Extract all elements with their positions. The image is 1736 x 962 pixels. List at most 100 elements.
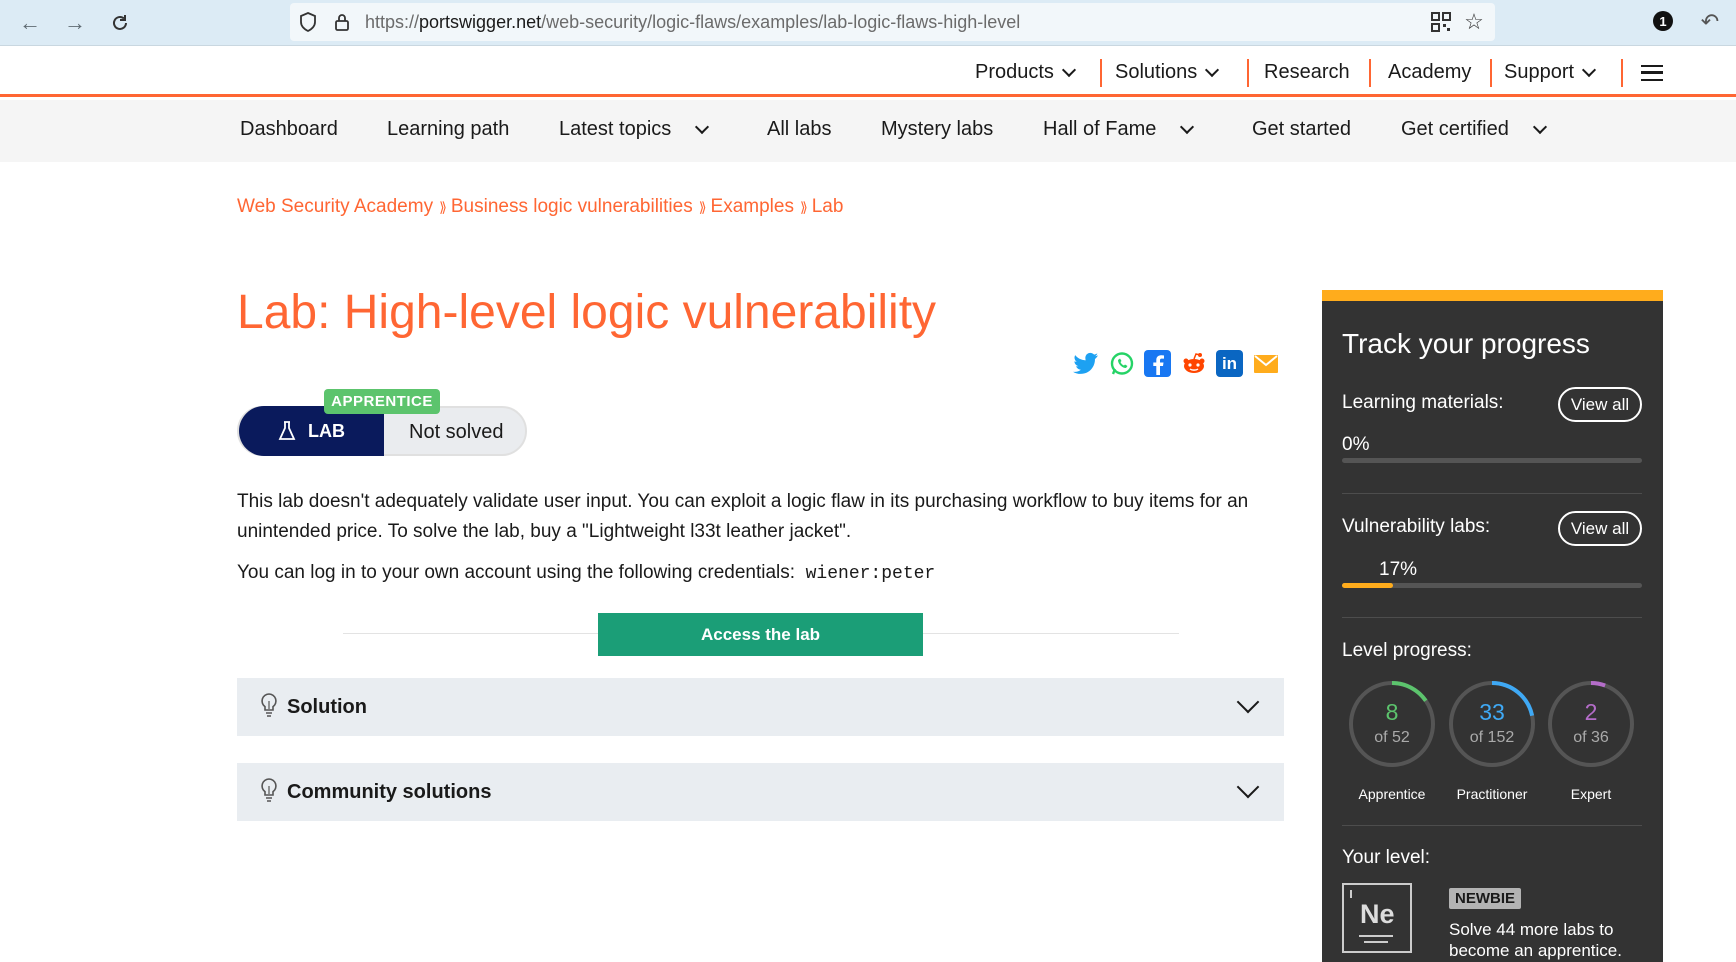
academy-sub-nav: Dashboard Learning path Latest topics Al… bbox=[0, 100, 1736, 162]
lock-icon[interactable] bbox=[330, 10, 354, 34]
topnav-solutions[interactable]: Solutions bbox=[1115, 61, 1220, 84]
subnav-learning-path-label: Learning path bbox=[387, 118, 510, 140]
access-lab-button[interactable]: Access the lab bbox=[598, 613, 923, 656]
difficulty-badge: APPRENTICE bbox=[324, 389, 440, 414]
progress-panel: Track your progress Learning materials: … bbox=[1322, 290, 1663, 962]
panel-divider bbox=[1342, 825, 1642, 826]
practitioner-count: 33 bbox=[1479, 699, 1505, 725]
twitter-icon[interactable] bbox=[1072, 350, 1099, 377]
community-solutions-accordion[interactable]: Community solutions bbox=[237, 763, 1284, 821]
breadcrumb-academy[interactable]: Web Security Academy bbox=[237, 196, 433, 218]
subnav-hall-of-fame-label: Hall of Fame bbox=[1043, 118, 1157, 140]
email-icon[interactable] bbox=[1252, 350, 1279, 377]
topnav-separator bbox=[1621, 59, 1623, 87]
chevron-down-icon bbox=[695, 119, 710, 134]
your-level-label: Your level: bbox=[1342, 847, 1431, 868]
practitioner-ring: 33 of 152 bbox=[1447, 679, 1537, 769]
back-arrow-icon[interactable]: ← bbox=[16, 9, 44, 37]
topnav-products[interactable]: Products bbox=[975, 61, 1077, 84]
share-bar: in bbox=[1072, 350, 1279, 377]
topnav-support-label: Support bbox=[1504, 61, 1575, 83]
address-bar[interactable]: https://portswigger.net/web-security/log… bbox=[290, 3, 1495, 41]
lab-status-text: Not solved bbox=[409, 421, 504, 443]
panel-divider bbox=[1342, 617, 1642, 618]
qr-code-icon[interactable] bbox=[1429, 10, 1453, 34]
level-element-icon: Ne bbox=[1342, 883, 1412, 953]
undo-icon[interactable]: ↶ bbox=[1698, 9, 1722, 34]
level-symbol: Ne bbox=[1360, 899, 1395, 929]
lab-label-text: LAB bbox=[308, 420, 345, 441]
learning-view-all-button[interactable]: View all bbox=[1558, 387, 1642, 422]
vuln-progress-bar bbox=[1342, 583, 1642, 588]
breadcrumb-separator: ⟫ bbox=[698, 199, 707, 215]
shield-icon[interactable] bbox=[296, 10, 320, 34]
chevron-down-icon bbox=[1236, 775, 1260, 799]
subnav-get-certified-label: Get certified bbox=[1401, 118, 1509, 140]
topnav-separator bbox=[1100, 59, 1102, 87]
url-text: https://portswigger.net/web-security/log… bbox=[365, 11, 1021, 32]
breadcrumb-separator: ⟫ bbox=[439, 199, 447, 215]
reddit-icon[interactable] bbox=[1180, 350, 1207, 377]
progress-title: Track your progress bbox=[1342, 328, 1590, 359]
subnav-get-started[interactable]: Get started bbox=[1252, 118, 1351, 141]
chevron-down-icon bbox=[1061, 62, 1077, 77]
topnav-separator bbox=[1490, 59, 1492, 87]
linkedin-icon[interactable]: in bbox=[1216, 350, 1243, 377]
apprentice-count: 8 bbox=[1385, 699, 1399, 725]
vuln-percent: 17% bbox=[1379, 559, 1418, 580]
community-solutions-accordion-label: Community solutions bbox=[287, 780, 492, 803]
learning-materials-label: Learning materials: bbox=[1342, 392, 1504, 413]
topnav-research[interactable]: Research bbox=[1264, 61, 1350, 84]
vulnerability-labs-label: Vulnerability labs: bbox=[1342, 516, 1491, 537]
chevron-down-icon bbox=[1236, 690, 1260, 714]
credentials-line: You can log in to your own account using… bbox=[237, 558, 1287, 589]
expert-label: Expert bbox=[1570, 786, 1612, 802]
subnav-hall-of-fame[interactable]: Hall of Fame bbox=[1043, 118, 1195, 141]
lightbulb-icon bbox=[261, 693, 277, 717]
reload-icon[interactable] bbox=[106, 9, 134, 37]
subnav-mystery-labs[interactable]: Mystery labs bbox=[881, 118, 993, 141]
chevron-down-icon bbox=[1581, 62, 1597, 77]
vuln-progress-fill bbox=[1342, 583, 1393, 588]
browser-toolbar: ← → https://portswigger.net/web-security… bbox=[0, 0, 1736, 46]
level-description: Solve 44 more labs to become an apprenti… bbox=[1449, 920, 1622, 960]
solution-accordion-label: Solution bbox=[287, 695, 367, 718]
learning-progress-bar bbox=[1342, 458, 1642, 463]
chevron-down-icon bbox=[1532, 119, 1547, 134]
subnav-latest-topics[interactable]: Latest topics bbox=[559, 118, 710, 141]
subnav-get-started-label: Get started bbox=[1252, 118, 1351, 140]
subnav-get-certified[interactable]: Get certified bbox=[1401, 118, 1547, 141]
notification-badge[interactable]: 1 bbox=[1653, 11, 1673, 31]
solution-accordion[interactable]: Solution bbox=[237, 678, 1284, 736]
breadcrumb: Web Security Academy ⟫ Business logic vu… bbox=[237, 196, 843, 218]
topnav-academy[interactable]: Academy bbox=[1388, 61, 1471, 84]
subnav-latest-topics-label: Latest topics bbox=[559, 118, 672, 140]
page-title: Lab: High-level logic vulnerability bbox=[237, 286, 937, 339]
subnav-all-labs[interactable]: All labs bbox=[767, 118, 831, 141]
subnav-mystery-labs-label: Mystery labs bbox=[881, 118, 994, 140]
level-name-badge: NEWBIE bbox=[1449, 888, 1521, 909]
topnav-support[interactable]: Support bbox=[1504, 61, 1597, 84]
hamburger-menu-icon[interactable] bbox=[1641, 65, 1663, 81]
expert-count: 2 bbox=[1584, 699, 1598, 725]
topnav-products-label: Products bbox=[975, 61, 1054, 83]
vuln-view-all-button[interactable]: View all bbox=[1558, 511, 1642, 546]
subnav-dashboard[interactable]: Dashboard bbox=[240, 118, 338, 141]
breadcrumb-lab[interactable]: Lab bbox=[812, 196, 844, 218]
facebook-icon[interactable] bbox=[1144, 350, 1171, 377]
practitioner-label: Practitioner bbox=[1456, 786, 1528, 802]
panel-divider bbox=[1342, 493, 1642, 494]
topnav-research-label: Research bbox=[1264, 61, 1350, 83]
chevron-down-icon bbox=[1205, 62, 1220, 77]
subnav-learning-path[interactable]: Learning path bbox=[387, 118, 509, 141]
breadcrumb-examples[interactable]: Examples bbox=[711, 196, 794, 218]
credentials-text: You can log in to your own account using… bbox=[237, 562, 796, 583]
whatsapp-icon[interactable] bbox=[1108, 350, 1135, 377]
site-top-nav: Products Solutions Research Academy Supp… bbox=[0, 47, 1736, 97]
breadcrumb-logic-vulns[interactable]: Business logic vulnerabilities bbox=[451, 196, 693, 218]
expert-total: of 36 bbox=[1573, 729, 1609, 746]
breadcrumb-separator: ⟫ bbox=[799, 199, 808, 215]
credentials-value: wiener:peter bbox=[805, 564, 936, 584]
star-icon[interactable]: ☆ bbox=[1462, 9, 1486, 34]
forward-arrow-icon[interactable]: → bbox=[61, 9, 89, 37]
